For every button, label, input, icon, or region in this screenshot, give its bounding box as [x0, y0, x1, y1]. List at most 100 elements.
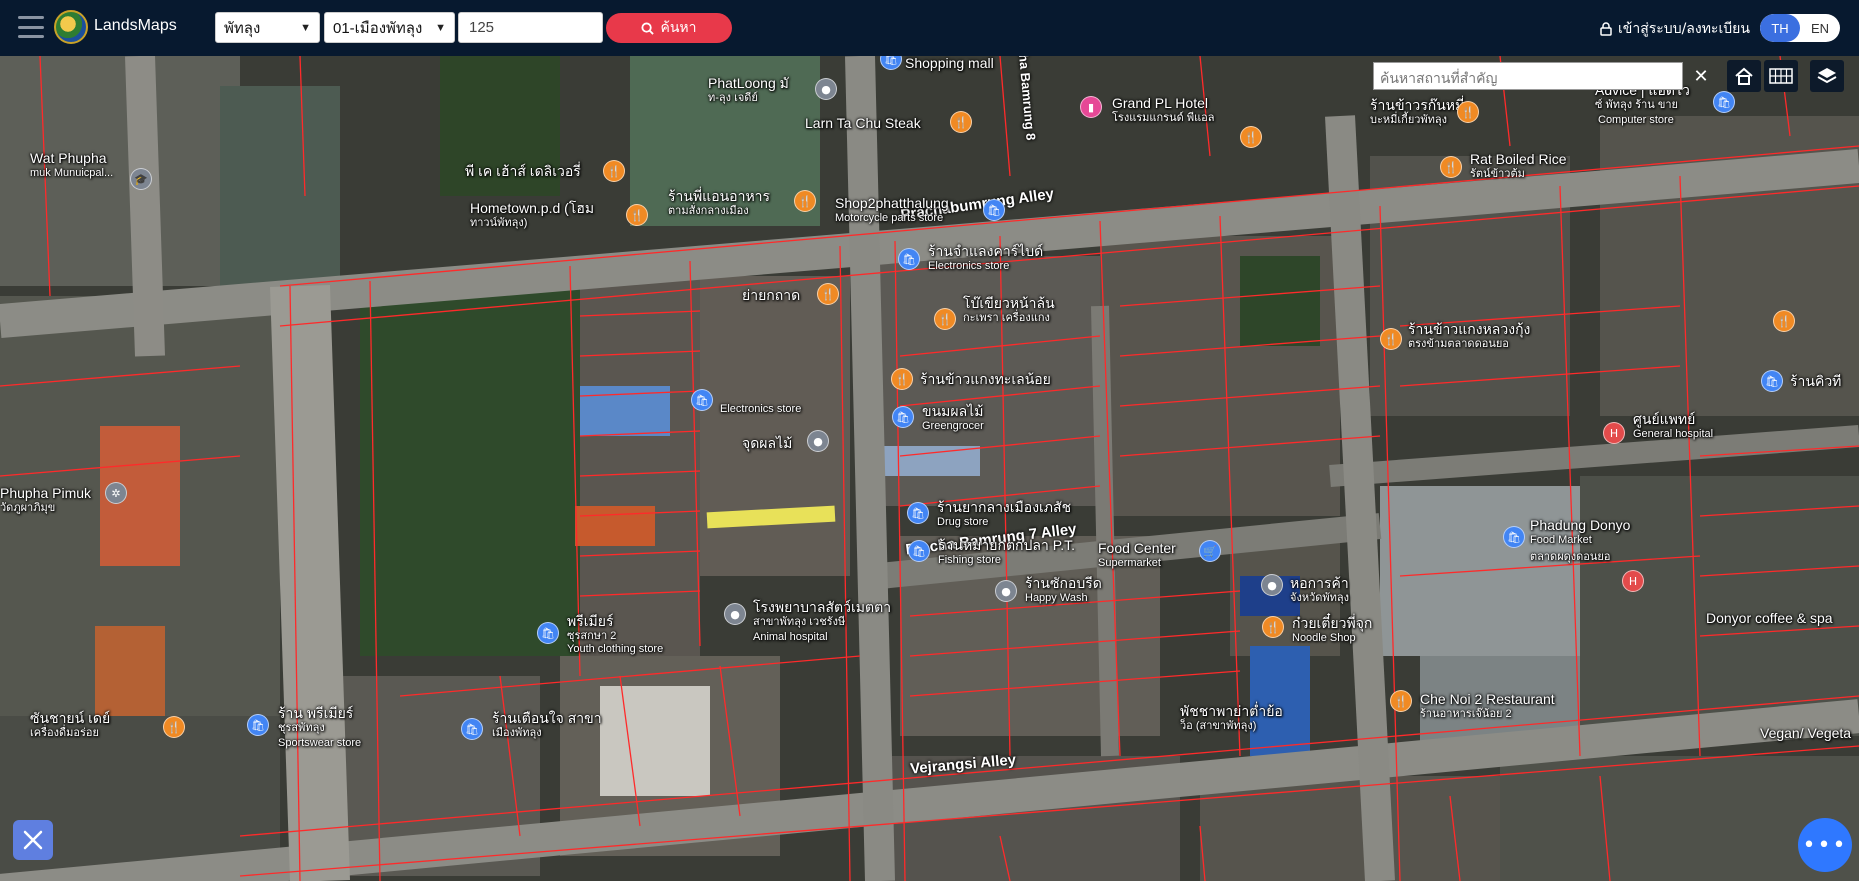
district-select[interactable]: 01-เมืองพัทลุง ▼	[324, 12, 455, 43]
poi-label: Shopping mall	[905, 56, 994, 71]
restaurant-pin-icon[interactable]: 🍴	[1457, 101, 1479, 123]
lang-en-button[interactable]: EN	[1800, 14, 1840, 42]
poi-label: ร้านหมายกตกปลา P.T. Fishing store	[938, 537, 1076, 567]
search-icon	[641, 21, 655, 35]
map-canvas[interactable]: Prachabumrung Alley Pracha Bamrung 7 All…	[0, 56, 1859, 881]
store-pin-icon[interactable]: 🛍	[892, 406, 914, 428]
restaurant-pin-icon[interactable]: 🍴	[626, 204, 648, 226]
poi-label: ย่ายกถาด	[742, 287, 801, 303]
poi-label: ร้านพี่แอนอาหาร ตามสั่งกลางเมือง	[668, 188, 771, 218]
lang-th-button[interactable]: TH	[1760, 14, 1800, 42]
login-link[interactable]: เข้าสู่ระบบ/ลงทะเบียน	[1600, 18, 1750, 40]
poi-label: Shop2phatthalung Motorcycle parts store	[835, 195, 949, 225]
store-pin-icon[interactable]: 🛍	[908, 540, 930, 562]
landmark-pin-icon[interactable]: ●	[724, 603, 746, 625]
landmark-pin-icon[interactable]: ●	[807, 430, 829, 452]
poi-label: ร้านข้าวแกงทะเลน้อย	[920, 371, 1051, 387]
hotel-pin-icon[interactable]: ▮	[1080, 96, 1102, 118]
store-pin-icon[interactable]: 🛍	[247, 714, 269, 736]
layers-button[interactable]	[1810, 60, 1844, 92]
restaurant-pin-icon[interactable]: 🍴	[950, 111, 972, 133]
landmark-pin-icon[interactable]: ●	[815, 78, 837, 100]
restaurant-pin-icon[interactable]: 🍴	[603, 160, 625, 182]
restaurant-pin-icon[interactable]: 🍴	[891, 368, 913, 390]
restaurant-pin-icon[interactable]: 🍴	[1390, 690, 1412, 712]
poi-label: Phadung Donyo Food Market	[1530, 517, 1631, 547]
poi-label: Grand PL Hotel โรงแรมแกรนด์ พีแอล	[1112, 95, 1215, 125]
province-select[interactable]: พัทลุง ▼	[215, 12, 320, 43]
poi-label: ร้านข้าวแกงหลวงกุ้ง ตรงข้ามตลาดดอนยอ	[1408, 321, 1531, 351]
poi-label: จุดผลไม้	[742, 435, 793, 451]
drugstore-pin-icon[interactable]: 🛍	[907, 502, 929, 524]
poi-label: Food Center Supermarket	[1098, 540, 1176, 570]
restaurant-pin-icon[interactable]: 🍴	[1440, 156, 1462, 178]
place-search-input[interactable]: ค้นหาสถานที่สำคัญ	[1373, 62, 1683, 90]
grid-icon	[1769, 68, 1793, 84]
poi-label: หอการค้า จังหวัดพัทลุง	[1290, 575, 1350, 605]
home-icon	[1735, 67, 1753, 85]
supermarket-pin-icon[interactable]: 🛒	[1199, 540, 1221, 562]
poi-label: ร้าน พรีเมียร์ ชุรสพัทลุง	[278, 705, 354, 735]
poi-label: Wat Phupha muk Munuicpal...	[30, 150, 114, 180]
restaurant-pin-icon[interactable]: 🍴	[934, 308, 956, 330]
satellite-imagery	[0, 56, 1859, 881]
landmark-pin-icon[interactable]: ●	[995, 580, 1017, 602]
measure-tool-button[interactable]	[13, 820, 53, 860]
lock-icon	[1600, 22, 1612, 36]
layers-icon	[1817, 68, 1837, 84]
poi-label: ร้านซักอบรีด Happy Wash	[1025, 575, 1102, 605]
province-value: พัทลุง	[224, 19, 261, 37]
language-toggle: TH EN	[1760, 14, 1840, 42]
store-pin-icon[interactable]: 🛍	[691, 389, 713, 411]
restaurant-pin-icon[interactable]: 🍴	[1262, 616, 1284, 638]
restaurant-pin-icon[interactable]: 🍴	[1240, 126, 1262, 148]
poi-label: ขนมผลไม้ Greengrocer	[922, 403, 984, 433]
poi-label: ร้านจำแลงคาร์ไบด์ Electronics store	[928, 243, 1044, 273]
store-pin-icon[interactable]: 🛍	[983, 199, 1005, 221]
poi-label: พรีเมียร์ ซุรสกษา 2	[567, 613, 617, 643]
store-pin-icon[interactable]: 🛍	[1713, 91, 1735, 113]
top-navbar: LandsMaps พัทลุง ▼ 01-เมืองพัทลุง ▼ 125 …	[0, 0, 1859, 56]
restaurant-pin-icon[interactable]: 🍴	[1773, 310, 1795, 332]
landmark-pin-icon[interactable]: ●	[1261, 574, 1283, 596]
restaurant-pin-icon[interactable]: 🍴	[794, 190, 816, 212]
market-pin-icon[interactable]: 🛍	[1503, 526, 1525, 548]
store-pin-icon[interactable]: 🛍	[461, 718, 483, 740]
poi-label: โบ๊เขียวหน้าล้น กะเพรา เครื่องแกง	[963, 295, 1055, 325]
hospital-pin-icon[interactable]: H	[1603, 422, 1625, 444]
poi-label: Che Noi 2 Restaurant ร้านอาหารเจ๊น้อย 2	[1420, 691, 1555, 721]
poi-label: พัชชาพาย่าต่ำย้อ ว็อ (สาขาพัทลุง)	[1180, 703, 1283, 733]
more-options-button[interactable]: •••	[1798, 818, 1852, 872]
restaurant-pin-icon[interactable]: 🍴	[1380, 328, 1402, 350]
restaurant-pin-icon[interactable]: 🍴	[163, 716, 185, 738]
poi-label: Youth clothing store	[567, 643, 664, 655]
grid-button[interactable]	[1764, 60, 1798, 92]
menu-icon[interactable]	[18, 16, 44, 38]
hospital-pin-icon[interactable]: H	[1622, 570, 1644, 592]
store-pin-icon[interactable]: 🛍	[537, 622, 559, 644]
search-button-label: ค้นหา	[660, 20, 697, 36]
poi-label: Larn Ta Chu Steak	[805, 115, 921, 131]
temple-pin-icon[interactable]: ✲	[105, 482, 127, 504]
poi-label: ศูนย์แพทย์ General hospital	[1633, 411, 1714, 441]
poi-label: พี เค เฮ้าส์ เดลิเวอรี่	[465, 163, 581, 179]
poi-label: ร้านเตือนใจ สาขา เมืองพัทลุง	[492, 710, 602, 740]
restaurant-pin-icon[interactable]: 🍴	[817, 283, 839, 305]
poi-label: ร้านข้าวรก๊นหมี่ บะหมี่เกี้ยวพัทลุง	[1370, 97, 1465, 127]
home-button[interactable]	[1727, 60, 1761, 92]
poi-label: ซันชายน์ เดย์ เครื่องดื่มอร่อย	[30, 710, 111, 740]
store-pin-icon[interactable]: 🛍	[898, 248, 920, 270]
search-button[interactable]: ค้นหา	[606, 13, 732, 43]
parcel-number-input[interactable]: 125	[458, 12, 603, 43]
poi-label: Sportswear store	[278, 737, 362, 749]
poi-label: Donyor coffee & spa	[1706, 610, 1833, 626]
poi-label: ตลาดผดุงดอนยอ	[1530, 551, 1611, 563]
school-pin-icon[interactable]: 🎓	[130, 168, 152, 190]
poi-label: Vegan/ Vegeta	[1760, 725, 1852, 741]
poi-label: Computer store	[1598, 114, 1674, 126]
poi-label: Rat Boiled Rice รัตน์ข้าวต้ม	[1470, 151, 1567, 181]
clear-search-icon[interactable]: ✕	[1688, 62, 1714, 90]
store-pin-icon[interactable]: 🛍	[1761, 370, 1783, 392]
district-value: 01-เมืองพัทลุง	[333, 19, 423, 37]
tools-icon	[23, 830, 43, 850]
